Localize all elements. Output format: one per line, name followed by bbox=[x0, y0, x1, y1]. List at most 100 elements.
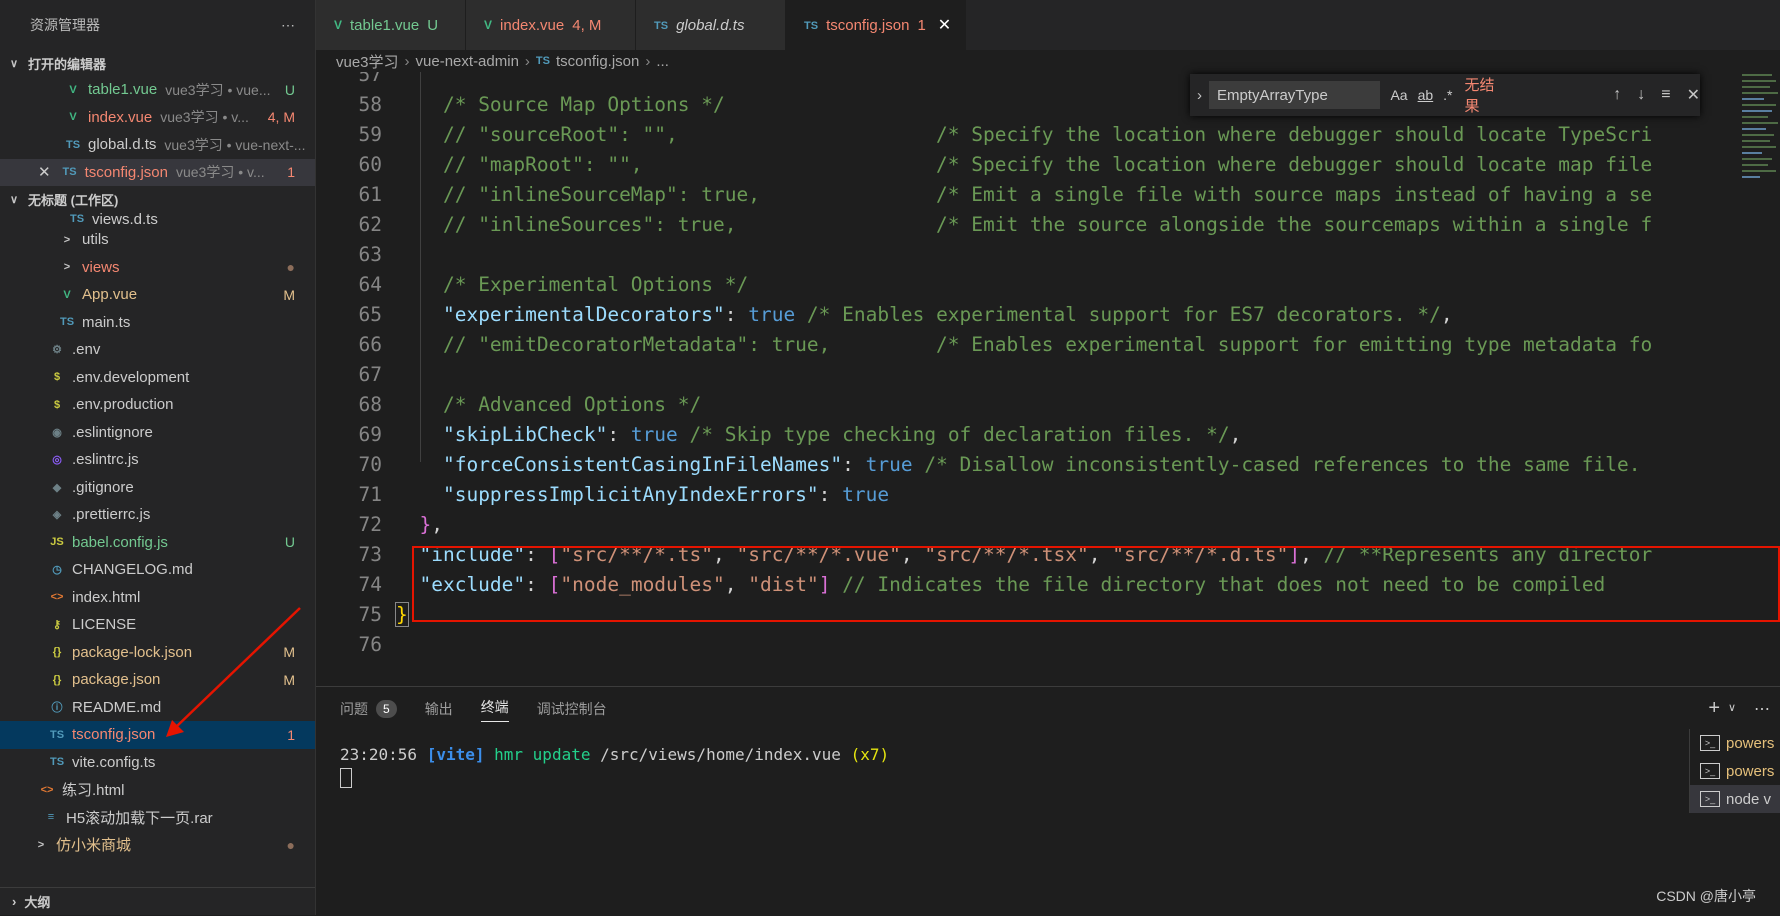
breadcrumb-item[interactable]: tsconfig.json bbox=[556, 53, 639, 70]
file-tree-item[interactable]: TS tsconfig.json 1 bbox=[0, 721, 315, 749]
file-tree-item[interactable]: ⚙ .env bbox=[0, 336, 315, 364]
tab-label: table1.vue bbox=[350, 16, 420, 34]
breadcrumb-item[interactable]: vue-next-admin bbox=[416, 53, 519, 70]
tab-status: 4, M bbox=[572, 16, 602, 34]
arrow-down-icon[interactable]: ↓ bbox=[1637, 86, 1645, 104]
line-number: 72 bbox=[358, 513, 382, 536]
line-number: 58 bbox=[358, 93, 382, 116]
editor-tab[interactable]: Vtable1.vue U bbox=[316, 0, 466, 50]
chevron-down-icon[interactable]: ∨ bbox=[1728, 701, 1736, 714]
tab-terminal[interactable]: 终端 bbox=[480, 697, 509, 722]
add-terminal-icon[interactable]: + bbox=[1708, 697, 1720, 720]
file-name: views bbox=[82, 258, 120, 276]
close-icon[interactable]: ✕ bbox=[938, 15, 951, 35]
file-tree-item[interactable]: <> index.html bbox=[0, 584, 315, 612]
file-tree-item[interactable]: ◆ .gitignore bbox=[0, 474, 315, 502]
open-editor-item[interactable]: TS global.d.ts vue3学习 • vue-next-... bbox=[0, 131, 315, 159]
file-name: .env.production bbox=[72, 396, 174, 414]
open-editors-list: Vtable1.vue vue3学习 • vue... U Vindex.vue vue… bbox=[0, 76, 315, 186]
line-number: 71 bbox=[358, 483, 382, 506]
ellipsis-icon[interactable]: ⋯ bbox=[1754, 699, 1770, 719]
code-line: 68 /* Advanced Options */ bbox=[316, 390, 1736, 420]
breadcrumb-item[interactable]: vue3学习 bbox=[336, 51, 399, 72]
file-tree-item[interactable]: $ .env.production bbox=[0, 391, 315, 419]
match-case-toggle[interactable]: Aa bbox=[1390, 87, 1407, 103]
code-text: // "inlineSourceMap": true, /* Emit a si… bbox=[442, 183, 1653, 206]
file-name: .gitignore bbox=[72, 478, 134, 496]
file-tree-item[interactable]: JS babel.config.js U bbox=[0, 529, 315, 557]
terminal-instance[interactable]: >_ powers bbox=[1690, 729, 1780, 757]
file-tree-item[interactable]: {} package-lock.json M bbox=[0, 639, 315, 667]
toggle-replace-icon[interactable]: › bbox=[1190, 87, 1209, 104]
file-tree-item[interactable]: TS main.ts bbox=[0, 309, 315, 337]
file-type-icon: JS bbox=[50, 536, 64, 549]
regex-toggle[interactable]: .* bbox=[1443, 87, 1452, 103]
terminal-cursor bbox=[340, 768, 352, 788]
file-tree-item[interactable]: TS views.d.ts bbox=[0, 211, 315, 228]
terminal-action: hmr update bbox=[494, 745, 591, 764]
tab-debug-console[interactable]: 调试控制台 bbox=[537, 699, 607, 719]
breadcrumb-item[interactable]: ... bbox=[656, 53, 669, 70]
terminal-name: powers bbox=[1726, 762, 1775, 780]
editor-tabs: Vtable1.vue U Vindex.vue 4, M TS global.d.ts T… bbox=[316, 0, 1780, 50]
editor-tab[interactable]: TS global.d.ts bbox=[636, 0, 786, 50]
open-editor-item[interactable]: ✕ TS tsconfig.json vue3学习 • v... 1 bbox=[0, 158, 315, 186]
file-tree-item[interactable]: {} package.json M bbox=[0, 666, 315, 694]
file-name: utils bbox=[82, 231, 109, 249]
whole-word-toggle[interactable]: ab bbox=[1418, 87, 1434, 103]
outline-section[interactable]: › 大纲 bbox=[0, 887, 315, 915]
file-name: LICENSE bbox=[72, 616, 137, 634]
file-tree-item[interactable]: ◎ .eslintrc.js bbox=[0, 446, 315, 474]
file-name: .env.development bbox=[72, 368, 190, 386]
file-type-icon: <> bbox=[50, 591, 64, 604]
file-tree-item[interactable]: ⚷ LICENSE bbox=[0, 611, 315, 639]
code-text: // "inlineSources": true, /* Emit the so… bbox=[442, 213, 1653, 236]
terminal-instance[interactable]: >_ powers bbox=[1690, 757, 1780, 785]
tab-label: index.vue bbox=[500, 16, 565, 34]
terminal-instance[interactable]: >_ node v bbox=[1690, 785, 1780, 813]
file-tree-item[interactable]: V App.vue M bbox=[0, 281, 315, 309]
find-input[interactable]: EmptyArrayType bbox=[1208, 81, 1381, 109]
workspace-section[interactable]: ∨ 无标题 (工作区) bbox=[0, 186, 315, 212]
explorer-title: 资源管理器 bbox=[30, 17, 100, 33]
open-editor-item[interactable]: Vindex.vue vue3学习 • v... 4, M bbox=[0, 104, 315, 132]
file-type-icon: <> bbox=[40, 783, 54, 796]
file-tree-item[interactable]: ◷ CHANGELOG.md bbox=[0, 556, 315, 584]
terminal-icon: >_ bbox=[1700, 735, 1720, 751]
find-in-selection-icon[interactable]: ≡ bbox=[1661, 86, 1670, 104]
ellipsis-icon[interactable]: ⋯ bbox=[281, 17, 295, 34]
close-icon[interactable]: ✕ bbox=[38, 163, 51, 181]
file-tree-item[interactable]: $ .env.development bbox=[0, 364, 315, 392]
file-tree-item[interactable]: <> 练习.html bbox=[0, 776, 315, 804]
tab-label: 调试控制台 bbox=[536, 701, 607, 717]
annotation-highlight-box bbox=[412, 546, 1780, 622]
close-icon[interactable]: ✕ bbox=[1687, 85, 1700, 105]
problems-count-badge: 5 bbox=[376, 700, 397, 718]
git-status-badge: U bbox=[284, 81, 295, 98]
file-type-icon: TS bbox=[49, 728, 65, 741]
file-tree-item[interactable]: ◉ .eslintignore bbox=[0, 419, 315, 447]
watermark: CSDN @唐小亭 bbox=[1656, 888, 1756, 904]
file-tree-item[interactable]: ⓘ README.md bbox=[0, 694, 315, 722]
file-name: global.d.ts bbox=[88, 136, 157, 154]
file-tree-item[interactable]: TS vite.config.ts bbox=[0, 749, 315, 777]
code-text: }, bbox=[419, 513, 443, 536]
open-editors-section[interactable]: ∨ 打开的编辑器 bbox=[0, 50, 315, 76]
open-editor-item[interactable]: Vtable1.vue vue3学习 • vue... U bbox=[0, 76, 315, 104]
editor-tab[interactable]: TS tsconfig.json 1 ✕ bbox=[786, 0, 966, 50]
file-tree-item[interactable]: > 仿小米商城 ● bbox=[0, 831, 315, 859]
line-number: 68 bbox=[358, 393, 382, 416]
file-tree-item[interactable]: > views ● bbox=[0, 254, 315, 282]
tab-output[interactable]: 输出 bbox=[425, 699, 453, 719]
arrow-up-icon[interactable]: ↑ bbox=[1613, 86, 1621, 104]
terminal-output[interactable]: 23:20:56 [vite] hmr update /src/views/ho… bbox=[340, 745, 889, 792]
line-number: 63 bbox=[358, 243, 382, 266]
file-tree-item[interactable]: ◈ .prettierrc.js bbox=[0, 501, 315, 529]
file-type-icon: V bbox=[63, 288, 71, 301]
tab-problems[interactable]: 问题 5 bbox=[340, 699, 397, 719]
file-tree-item[interactable]: ≡ H5滚动加载下一页.rar bbox=[0, 804, 315, 832]
editor-tab[interactable]: Vindex.vue 4, M bbox=[466, 0, 636, 50]
file-type-icon: ⓘ bbox=[51, 702, 63, 715]
file-tree-item[interactable]: > utils bbox=[0, 226, 315, 254]
file-name: tsconfig.json bbox=[84, 163, 168, 181]
